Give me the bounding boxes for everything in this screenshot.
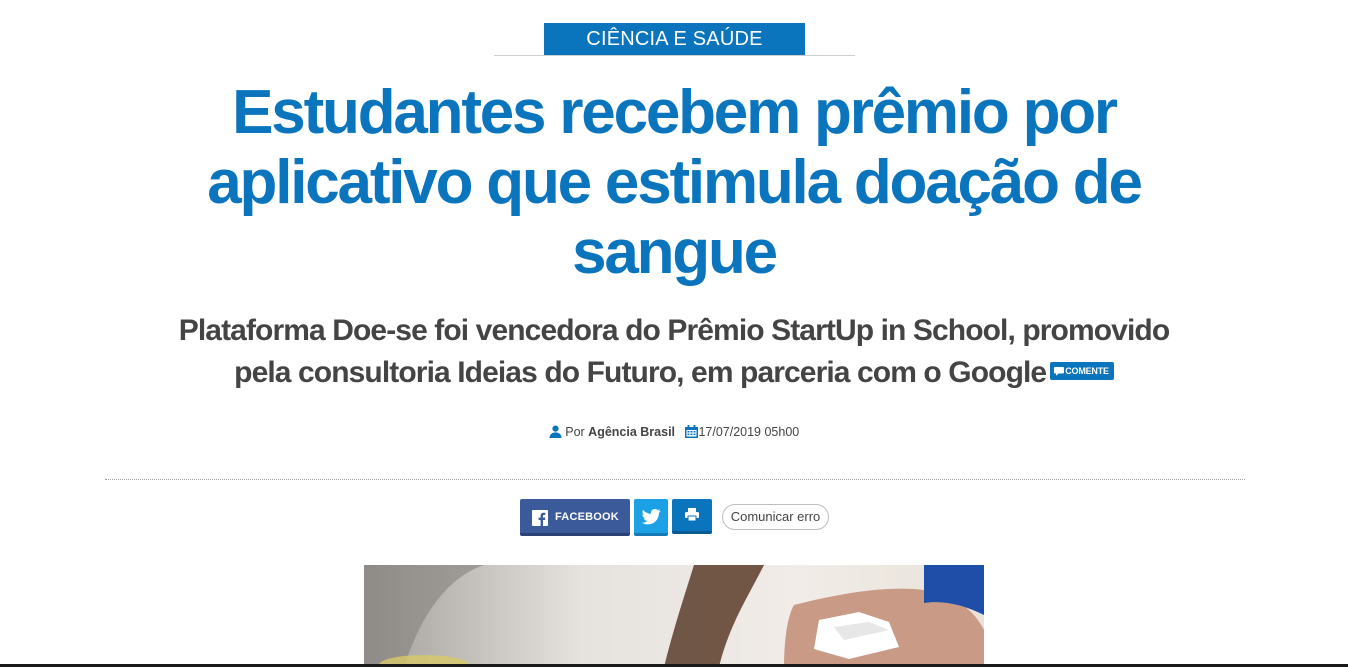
byline-datetime: 17/07/2019 05h00 [698, 425, 800, 439]
print-button[interactable] [672, 499, 712, 534]
blood-donation-photo [364, 565, 984, 667]
twitter-share-button[interactable] [634, 499, 668, 536]
comment-label: COMENTE [1065, 366, 1109, 377]
report-error-button[interactable]: Comunicar erro [722, 504, 829, 530]
facebook-share-button[interactable]: FACEBOOK [520, 499, 630, 536]
category-header: CIÊNCIA E SAÚDE [494, 23, 855, 56]
section-divider [105, 479, 1245, 480]
comment-icon [1054, 367, 1065, 376]
article-subtitle-text: Plataforma Doe-se foi vencedora do Prêmi… [178, 314, 1170, 389]
facebook-share-label: FACEBOOK [555, 511, 619, 523]
article-photo [364, 565, 984, 667]
byline-author[interactable]: Agência Brasil [588, 425, 675, 439]
user-icon [549, 425, 562, 441]
article-title: Estudantes recebem prêmio por aplicativo… [207, 78, 1143, 287]
article-subtitle: Plataforma Doe-se foi vencedora do Prêmi… [150, 310, 1198, 394]
article-byline: Por Agência Brasil 17/07/2019 05h00 [0, 425, 1348, 441]
byline-prefix: Por [565, 425, 585, 439]
calendar-icon [685, 425, 699, 441]
print-icon [685, 508, 699, 522]
twitter-icon [642, 509, 661, 525]
comment-button[interactable]: COMENTE [1050, 362, 1114, 381]
facebook-icon [532, 510, 548, 526]
category-badge[interactable]: CIÊNCIA E SAÚDE [544, 23, 805, 55]
